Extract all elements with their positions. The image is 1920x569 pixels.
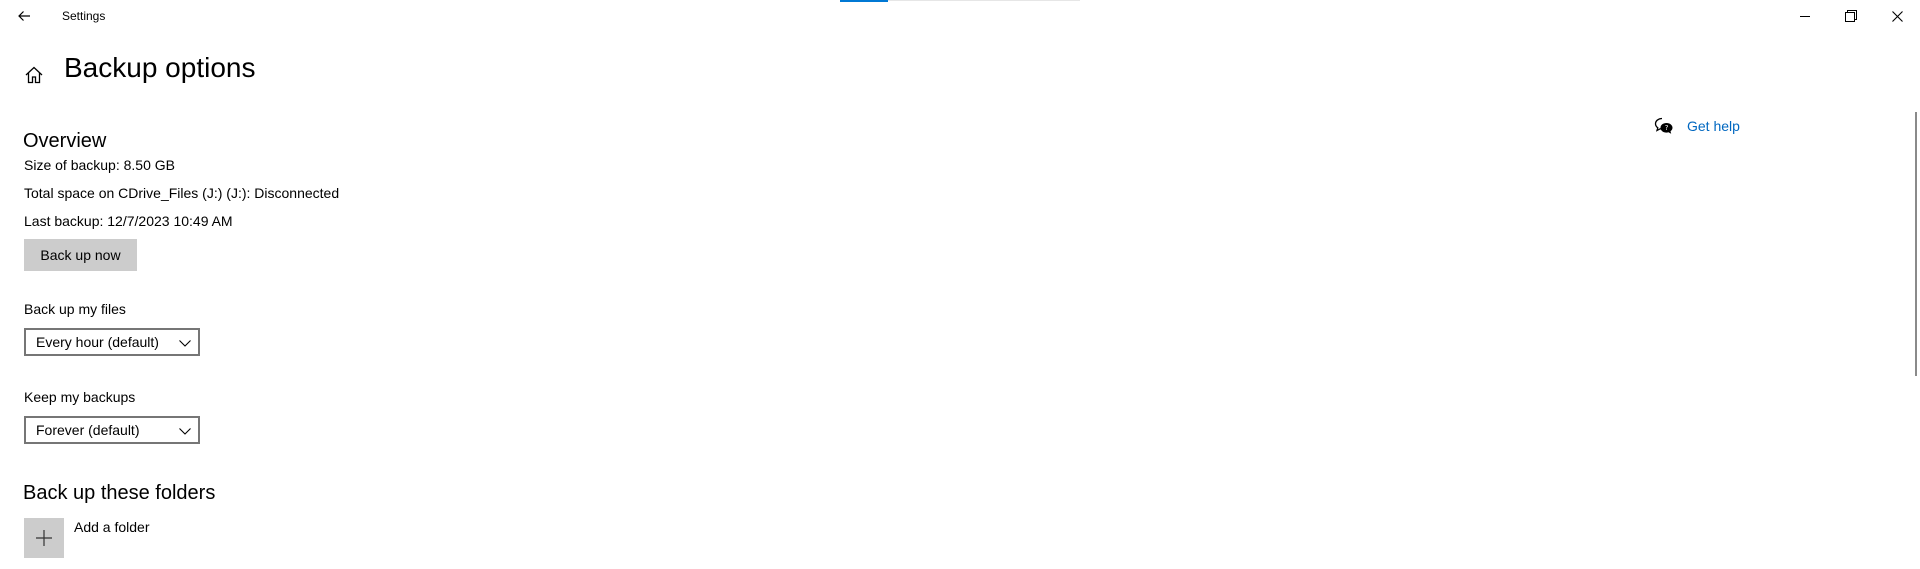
- home-icon: [25, 66, 43, 84]
- back-arrow-icon: [18, 11, 30, 21]
- close-icon: [1891, 10, 1903, 22]
- restore-button[interactable]: [1828, 0, 1874, 32]
- back-button[interactable]: [0, 0, 48, 32]
- page-title: Backup options: [64, 52, 256, 83]
- minimize-icon: [1800, 16, 1810, 17]
- backup-size-text: Size of backup: 8.50 GB: [24, 157, 175, 173]
- back-up-now-button[interactable]: Back up now: [24, 239, 137, 271]
- total-space-text: Total space on CDrive_Files (J:) (J:): D…: [24, 185, 340, 201]
- chevron-down-icon: [179, 428, 191, 435]
- chevron-down-icon: [179, 340, 191, 347]
- title-bar: Settings: [0, 0, 1920, 32]
- get-help-link[interactable]: Get help: [1687, 118, 1740, 134]
- last-backup-text: Last backup: 12/7/2023 10:49 AM: [24, 213, 233, 229]
- add-folder-button[interactable]: [24, 518, 64, 558]
- retention-value: Forever (default): [36, 422, 140, 438]
- close-button[interactable]: [1874, 0, 1920, 32]
- minimize-button[interactable]: [1782, 0, 1828, 32]
- backup-frequency-value: Every hour (default): [36, 334, 159, 350]
- scrollbar[interactable]: [1915, 112, 1917, 376]
- plus-icon: [36, 530, 52, 546]
- overview-heading: Overview: [23, 130, 107, 152]
- add-folder-label[interactable]: Add a folder: [74, 519, 150, 535]
- backup-frequency-label: Back up my files: [24, 301, 126, 317]
- svg-text:?: ?: [1665, 124, 1669, 132]
- backup-frequency-dropdown[interactable]: Every hour (default): [24, 328, 200, 356]
- retention-dropdown[interactable]: Forever (default): [24, 416, 200, 444]
- retention-label: Keep my backups: [24, 389, 136, 405]
- loading-progress: [840, 0, 1080, 2]
- loading-progress-fill: [840, 0, 888, 2]
- maximize-icon: [1845, 10, 1857, 22]
- chat-help-icon[interactable]: ?: [1654, 116, 1674, 136]
- home-button[interactable]: [20, 61, 48, 89]
- folders-heading: Back up these folders: [23, 482, 216, 504]
- app-title: Settings: [62, 9, 106, 23]
